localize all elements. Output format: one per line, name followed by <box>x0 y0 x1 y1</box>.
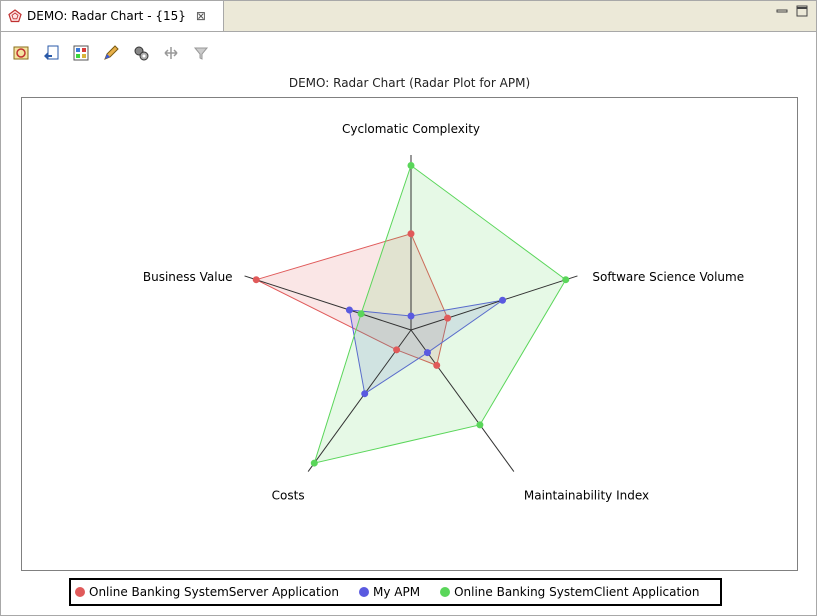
legend-marker <box>440 587 451 597</box>
data-point-online-banking-systemserver-application-business-value <box>252 276 260 284</box>
legend-label: My APM <box>373 585 421 599</box>
data-point-online-banking-systemserver-application-cyclomatic-complexity <box>407 230 415 238</box>
close-icon[interactable]: ⊠ <box>196 9 206 23</box>
legend-item-online-banking-systemclient-application: Online Banking SystemClient Application <box>440 585 699 599</box>
data-point-online-banking-systemclient-application-cyclomatic-complexity <box>407 162 415 169</box>
filter-icon[interactable] <box>191 43 211 63</box>
settings-icon[interactable] <box>131 43 151 63</box>
legend-marker <box>359 587 369 597</box>
tab-radar-chart[interactable]: DEMO: Radar Chart - {15} ⊠ <box>1 1 224 31</box>
zoom-icon[interactable] <box>161 43 181 63</box>
axis-label-business-value: Business Value <box>143 270 233 284</box>
layout-icon[interactable] <box>71 43 91 63</box>
data-point-my-apm-costs <box>361 390 369 398</box>
data-point-online-banking-systemclient-application-business-value <box>357 310 365 318</box>
data-point-online-banking-systemserver-application-maintainability-index <box>433 361 441 369</box>
radar-chart-icon <box>7 8 23 24</box>
legend-label: Online Banking SystemServer Application <box>89 585 339 599</box>
data-point-my-apm-business-value <box>345 306 353 314</box>
plot-area: Cyclomatic Complexity Software Science Vo… <box>21 97 798 571</box>
data-point-my-apm-maintainability-index <box>423 349 431 357</box>
legend-item-my-apm: My APM <box>359 585 420 599</box>
axis-label-cyclomatic-complexity: Cyclomatic Complexity <box>342 122 480 136</box>
axis-label-costs: Costs <box>272 489 305 503</box>
data-point-my-apm-cyclomatic-complexity <box>407 312 415 320</box>
data-point-online-banking-systemclient-application-software-science-volume <box>562 276 570 284</box>
data-point-online-banking-systemclient-application-maintainability-index <box>476 421 484 429</box>
toolbar <box>11 41 211 65</box>
maximize-icon[interactable] <box>796 5 808 17</box>
data-point-online-banking-systemserver-application-software-science-volume <box>444 314 452 322</box>
data-point-online-banking-systemclient-application-costs <box>310 459 318 467</box>
data-point-my-apm-software-science-volume <box>499 296 507 304</box>
axis-label-software-science-volume: Software Science Volume <box>592 270 744 284</box>
chart-title: DEMO: Radar Chart (Radar Plot for APM) <box>288 76 531 90</box>
legend-item-online-banking-systemserver-application: Online Banking SystemServer Application <box>75 585 339 599</box>
refresh-icon[interactable] <box>11 43 31 63</box>
legend: Online Banking SystemServer Application M… <box>69 578 722 606</box>
export-icon[interactable] <box>41 43 61 63</box>
legend-label: Online Banking SystemClient Application <box>454 585 700 599</box>
editor-window: DEMO: Radar Chart - {15} ⊠ DEMO: Radar C… <box>0 0 817 616</box>
tab-bar: DEMO: Radar Chart - {15} ⊠ <box>1 1 816 32</box>
edit-icon[interactable] <box>101 43 121 63</box>
axis-label-maintainability-index: Maintainability Index <box>524 489 649 503</box>
minimize-icon[interactable] <box>776 5 788 17</box>
data-point-online-banking-systemserver-application-costs <box>393 346 401 354</box>
legend-marker <box>75 587 85 597</box>
window-controls <box>776 5 808 17</box>
radar-chart: Cyclomatic Complexity Software Science Vo… <box>143 122 744 503</box>
tab-title: DEMO: Radar Chart - {15} <box>27 9 186 23</box>
